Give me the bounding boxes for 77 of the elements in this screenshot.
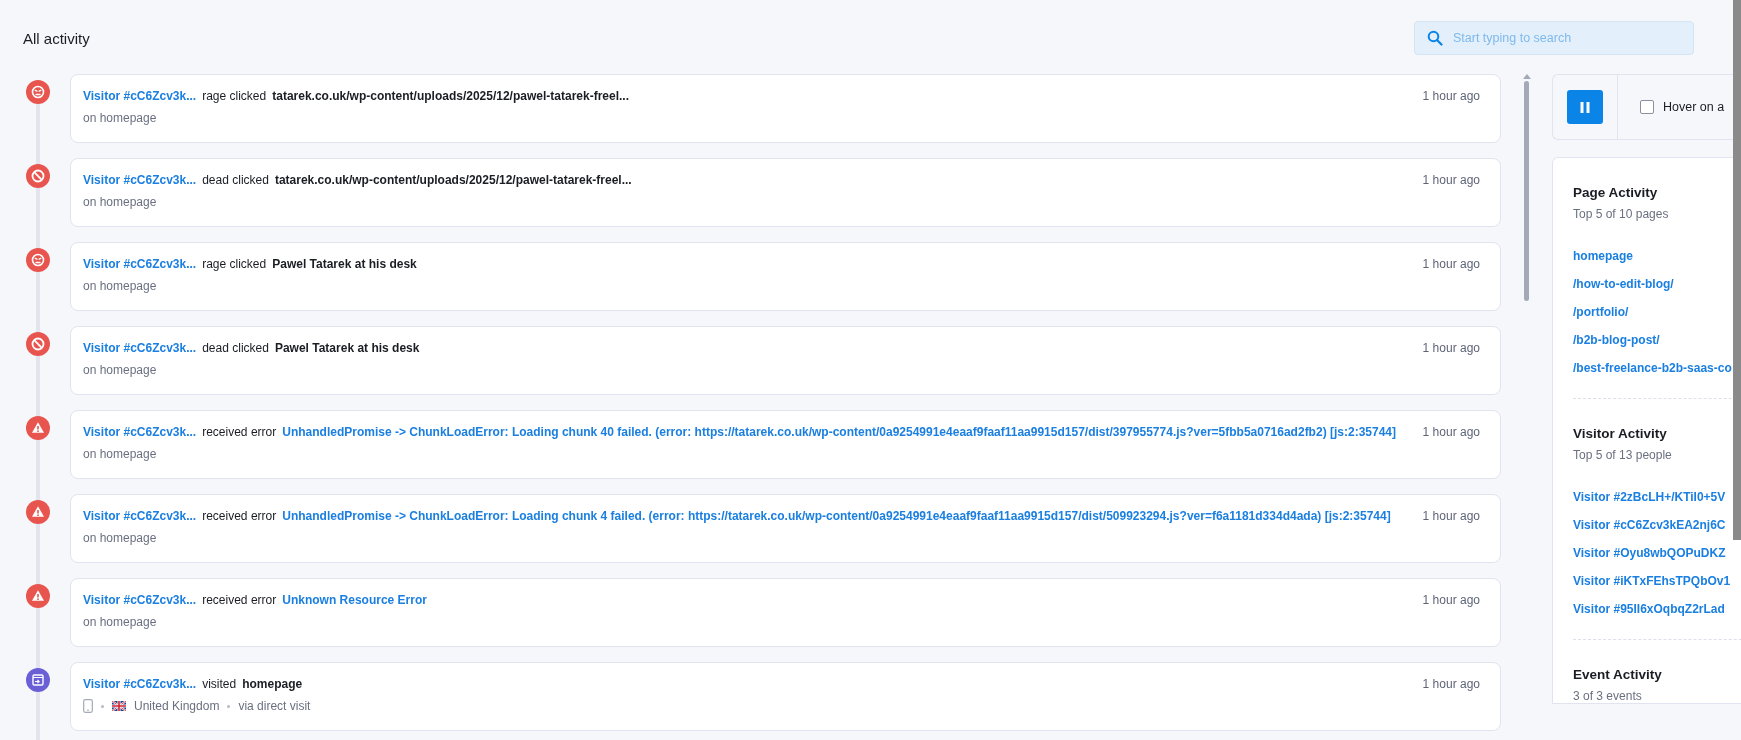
scrollbar-thumb[interactable] [1524,81,1529,301]
event-action: dead clicked [202,340,269,357]
activity-link[interactable]: Visitor #95II6xOqbqZ2rLad [1573,601,1725,617]
event-time: 1 hour ago [1422,592,1480,609]
warning-icon [26,584,50,608]
event-target: Pawel Tatarek at his desk [272,256,417,273]
panel-title: Event Activity [1573,666,1663,684]
warning-icon [26,500,50,524]
angry-face-icon [26,80,50,104]
event-action: rage clicked [202,88,267,105]
event-time: 1 hour ago [1422,340,1480,357]
panel-title: Visitor Activity [1573,425,1668,443]
angry-face-icon [26,248,50,272]
page-scrollbar[interactable] [1733,0,1741,540]
hover-label: Hover on a [1663,100,1725,114]
pause-icon [1580,101,1590,113]
activity-link[interactable]: /b2b-blog-post/ [1573,332,1660,348]
visitor-link[interactable]: Visitor #cC6Zcv3k... [83,423,197,441]
event-page: on homepage [83,111,157,125]
event-action: visited [202,676,237,693]
activity-link[interactable]: Visitor #iKTxFEhsTPQbOv1 [1573,573,1731,589]
event-time: 1 hour ago [1422,424,1480,441]
search-icon [1427,30,1443,46]
event-page: on homepage [83,363,157,377]
prohibited-icon [26,164,50,188]
event-target: tatarek.co.uk/wp-content/uploads/2025/12/pawel-tatarek-freel... [272,88,629,105]
event-page: on homepage [83,195,157,209]
error-link[interactable]: UnhandledPromise -> ChunkLoadError: Loading chunk 40 failed. (error: https://tatarek.co.uk/wp-content/0a9254991e4eaaf9faaf11aa9915d157/dist/397955774.js?ver=5fbb5a0716ad2fb2) [js:2:35744] [282,423,1396,441]
event-page: on homepage [83,531,157,545]
visit-source: via direct visit [238,699,311,713]
uk-flag-icon [112,701,126,711]
activity-link[interactable]: /how-to-edit-blog/ [1573,276,1674,292]
prohibited-icon [26,332,50,356]
event-time: 1 hour ago [1422,508,1480,525]
visitor-link[interactable]: Visitor #cC6Zcv3k... [83,87,197,105]
event-action: received error [202,508,277,525]
activity-link[interactable]: homepage [1573,248,1633,264]
hover-checkbox[interactable] [1640,100,1654,114]
event-action: received error [202,592,277,609]
activity-link[interactable]: Visitor #cC6Zcv3kEA2nj6C [1573,517,1726,533]
event-time: 1 hour ago [1422,88,1480,105]
visitor-link[interactable]: Visitor #cC6Zcv3k... [83,507,197,525]
event-action: dead clicked [202,172,269,189]
visitor-link[interactable]: Visitor #cC6Zcv3k... [83,171,197,189]
panel-title: Page Activity [1573,184,1659,202]
event-action: rage clicked [202,256,267,273]
activity-link[interactable]: Visitor #Oyu8wbQOPuDKZ [1573,545,1726,561]
panel-subtitle: Top 5 of 10 pages [1573,207,1670,221]
event-time: 1 hour ago [1422,676,1480,693]
activity-link[interactable]: /portfolio/ [1573,304,1629,320]
warning-icon [26,416,50,440]
event-target: tatarek.co.uk/wp-content/uploads/2025/12/pawel-tatarek-freel... [274,172,632,189]
event-page: on homepage [83,615,157,629]
country-label: United Kingdom [134,699,220,713]
page-enter-icon [26,668,50,692]
visitor-link[interactable]: Visitor #cC6Zcv3k... [83,675,197,693]
event-page: on homepage [83,279,157,293]
visitor-link[interactable]: Visitor #cC6Zcv3k... [83,591,197,609]
scroll-up-icon[interactable] [1522,74,1531,79]
event-time: 1 hour ago [1422,172,1480,189]
event-action: received error [202,424,277,441]
pause-button[interactable] [1567,90,1603,124]
activity-link[interactable]: Visitor #2zBcLH+/KTiI0+5V [1573,489,1726,505]
visitor-link[interactable]: Visitor #cC6Zcv3k... [83,255,197,273]
event-target: homepage [242,676,303,693]
panel-subtitle: 3 of 3 events [1573,689,1643,703]
panel-subtitle: Top 5 of 13 people [1573,448,1673,462]
activity-link[interactable]: /best-freelance-b2b-saas-co [1573,360,1732,376]
error-link[interactable]: UnhandledPromise -> ChunkLoadError: Loading chunk 4 failed. (error: https://tatarek.co.uk/wp-content/0a9254991e4eaaf9faaf11aa9915d157/dist/509923294.js?ver=f6a1181d334d4ada) [js:2:35744] [282,507,1391,525]
page-title: All activity [23,29,90,47]
event-target: Pawel Tatarek at his desk [274,340,420,357]
visitor-link[interactable]: Visitor #cC6Zcv3k... [83,339,197,357]
event-page: on homepage [83,447,157,461]
search-field[interactable]: Start typing to search [1414,21,1694,55]
phone-icon [83,699,93,713]
error-link[interactable]: Unknown Resource Error [282,591,427,609]
event-time: 1 hour ago [1422,256,1480,273]
